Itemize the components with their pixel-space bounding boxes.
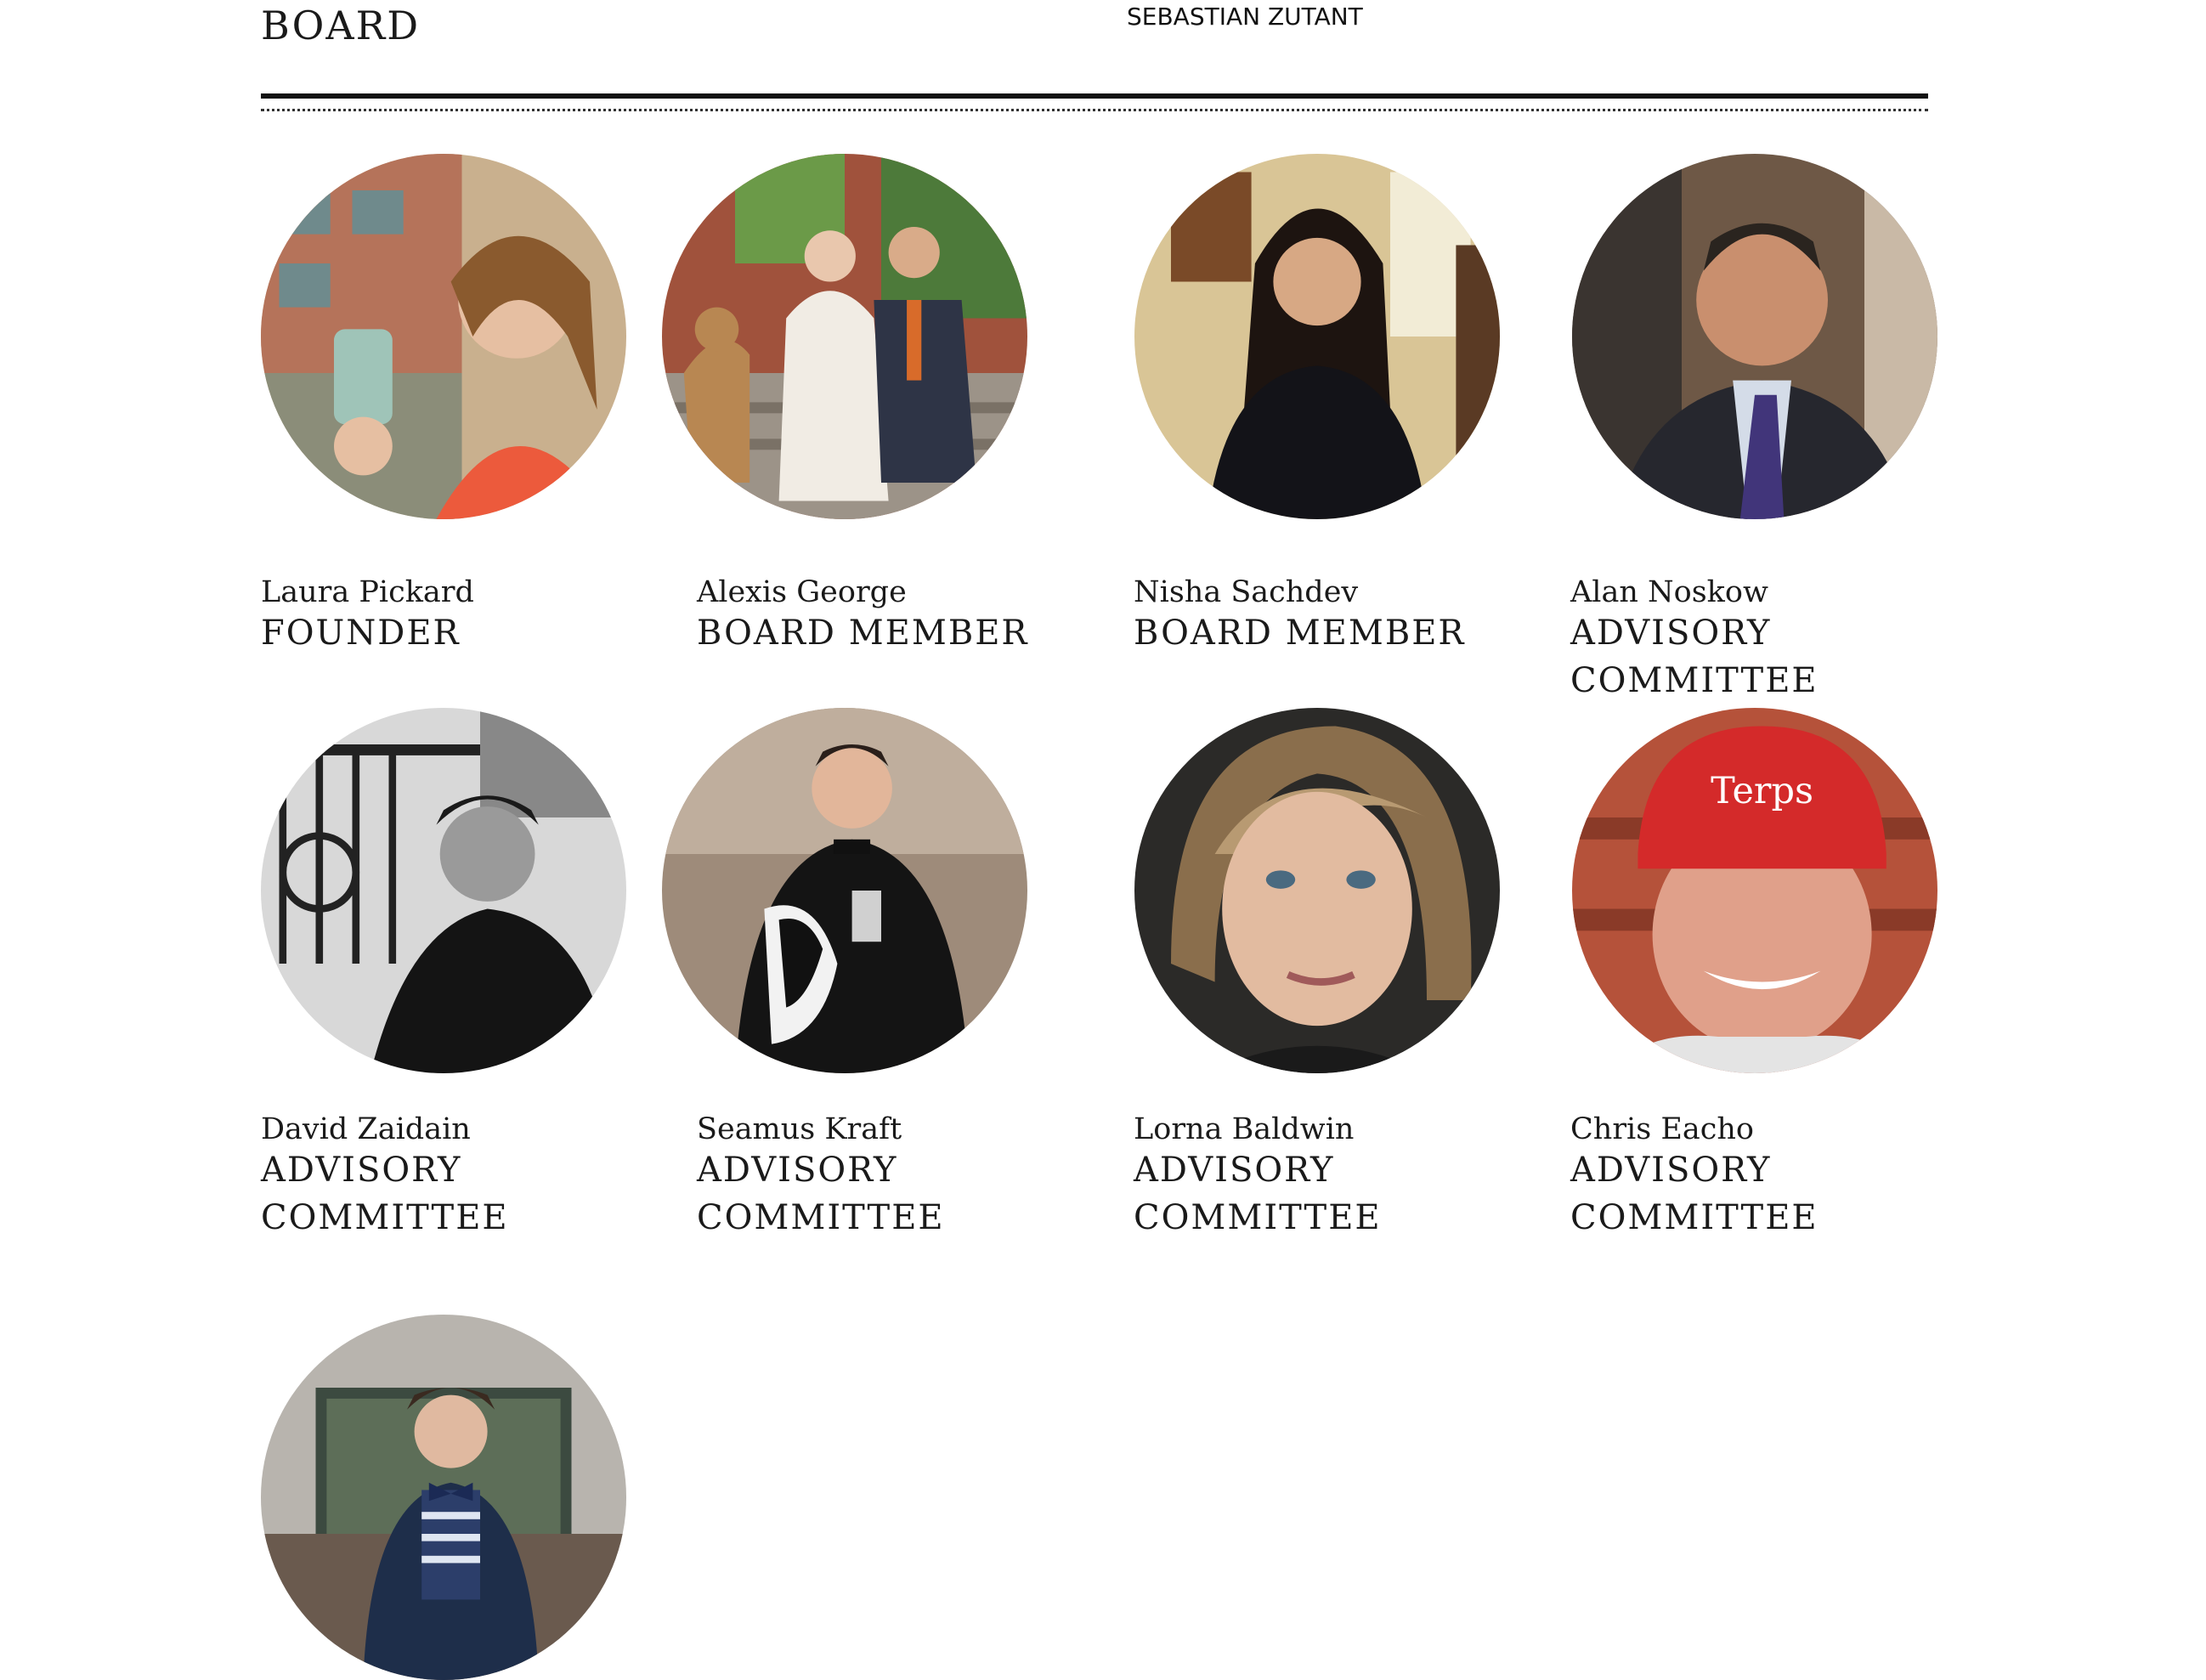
- member-role: ADVISORY COMMITTEE: [697, 1151, 945, 1237]
- member-photo-lorna-baldwin[interactable]: [1134, 708, 1500, 1073]
- member-role: ADVISORY COMMITTEE: [1134, 1151, 1382, 1237]
- member-photo-alexis-george[interactable]: [662, 154, 1027, 519]
- member-role: BOARD MEMBER: [697, 614, 1029, 653]
- divider-dotted: [261, 109, 1928, 111]
- portrait-photo-icon: [261, 154, 626, 519]
- member-photo-laura-pickard[interactable]: [261, 154, 626, 519]
- member-name: Alan Noskow: [1570, 575, 1768, 609]
- divider-thick: [261, 93, 1928, 99]
- svg-text:Terps: Terps: [1711, 770, 1813, 812]
- member-name: Laura Pickard: [261, 575, 474, 609]
- portrait-photo-icon: [261, 1315, 626, 1680]
- member-role: ADVISORY COMMITTEE: [261, 1151, 509, 1237]
- member-name: Seamus Kraft: [697, 1112, 902, 1146]
- member-name: Lorna Baldwin: [1134, 1112, 1355, 1146]
- portrait-photo-icon: [1572, 154, 1937, 519]
- section-title: BOARD: [261, 3, 421, 48]
- member-name: Alexis George: [697, 575, 907, 609]
- member-name: Chris Eacho: [1570, 1112, 1754, 1146]
- portrait-photo-icon: [1134, 708, 1500, 1073]
- member-photo-extra[interactable]: [261, 1315, 626, 1680]
- portrait-photo-icon: Terps: [1572, 708, 1937, 1073]
- member-photo-seamus-kraft[interactable]: [662, 708, 1027, 1073]
- member-role: ADVISORY COMMITTEE: [1570, 614, 1819, 700]
- team-page: BOARD SEBASTIAN ZUTANT Laura Pickard FOU…: [0, 0, 2206, 1680]
- member-name: David Zaidain: [261, 1112, 471, 1146]
- credit-name: SEBASTIAN ZUTANT: [1127, 3, 1363, 31]
- member-role: FOUNDER: [261, 614, 461, 653]
- member-name: Nisha Sachdev: [1134, 575, 1359, 609]
- member-role: ADVISORY COMMITTEE: [1570, 1151, 1819, 1237]
- member-photo-chris-eacho[interactable]: Terps: [1572, 708, 1937, 1073]
- portrait-photo-icon: [662, 154, 1027, 519]
- member-photo-david-zaidain[interactable]: [261, 708, 626, 1073]
- member-photo-nisha-sachdev[interactable]: [1134, 154, 1500, 519]
- portrait-photo-icon: [261, 708, 626, 1073]
- portrait-photo-icon: [1134, 154, 1500, 519]
- member-role: BOARD MEMBER: [1134, 614, 1466, 653]
- member-photo-alan-noskow[interactable]: [1572, 154, 1937, 519]
- portrait-photo-icon: [662, 708, 1027, 1073]
